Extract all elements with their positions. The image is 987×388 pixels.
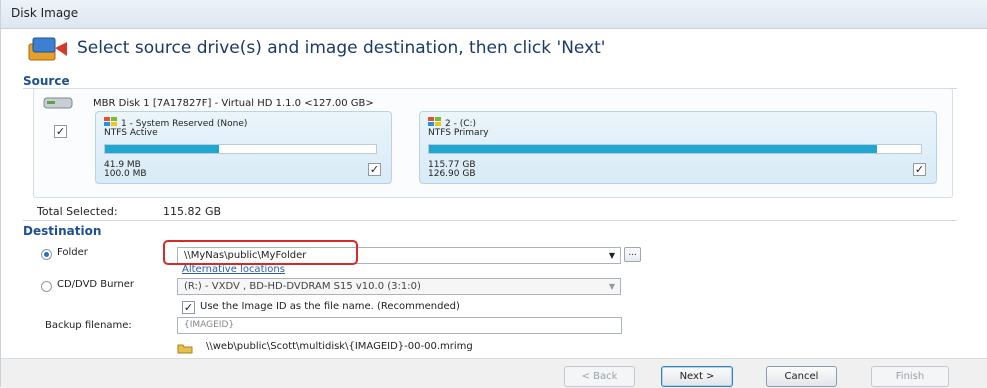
cd-dvd-radio[interactable] [41,281,52,292]
partition-1-card[interactable]: 1 - System Reserved (None) NTFS Active 4… [95,111,392,184]
back-button[interactable]: < Back [564,366,635,387]
windows-flag-icon [428,117,441,126]
window-title: Disk Image [11,6,79,20]
dropdown-arrow-icon[interactable]: ▼ [609,279,615,294]
next-button[interactable]: Next > [661,366,733,387]
finish-button[interactable]: Finish [871,366,949,387]
folder-radio[interactable] [41,249,52,260]
folder-key-icon [177,344,193,354]
cd-dvd-combo[interactable]: (R:) - VXDV , BD-HD-DVDRAM S15 v10.0 (3:… [177,278,621,295]
partition-2-usage-bar [428,144,922,154]
disk-label: MBR Disk 1 [7A17827F] - Virtual HD 1.1.0… [93,98,374,109]
disk-checkbox[interactable]: ✓ [54,125,67,138]
use-image-id-checkbox[interactable]: ✓ [182,301,195,314]
cd-dvd-label: CD/DVD Burner [57,279,135,290]
partition-2-checkbox[interactable]: ✓ [913,163,926,176]
disk-image-icon [28,37,67,61]
partition-1-usage-bar [104,144,377,154]
total-selected-value: 115.82 GB [163,205,222,218]
partition-1-filesystem: NTFS Active [104,128,158,138]
partition-1-checkbox[interactable]: ✓ [368,163,381,176]
backup-filename-input[interactable]: {IMAGEID} [177,317,622,334]
folder-highlight-annotation [163,240,358,265]
header-instruction: Select source drive(s) and image destina… [77,38,606,58]
destination-section-label: Destination [23,224,102,238]
total-selected-label: Total Selected: [37,205,118,218]
source-section-label: Source [23,74,70,88]
folder-label: Folder [57,247,88,258]
button-bar [1,358,987,388]
destination-divider [23,220,957,221]
hard-disk-icon [43,97,73,109]
cd-dvd-value: (R:) - VXDV , BD-HD-DVDRAM S15 v10.0 (3:… [184,281,421,292]
backup-filename-label: Backup filename: [45,320,132,331]
backup-path-preview: \\web\public\Scott\multidisk\{IMAGEID}-0… [206,341,473,352]
dropdown-arrow-icon[interactable]: ▼ [609,248,615,263]
alternative-locations-link[interactable]: Alternative locations [182,264,285,275]
disk-image-window: Disk Image Select source drive(s) and im… [0,0,987,388]
partition-2-card[interactable]: 2 - (C:) NTFS Primary 115.77 GB 126.90 G… [419,111,937,184]
use-image-id-label: Use the Image ID as the file name. (Reco… [200,301,460,312]
partition-1-total: 100.0 MB [104,169,147,179]
partition-2-filesystem: NTFS Primary [428,128,489,138]
cancel-button[interactable]: Cancel [766,366,837,387]
title-bar: Disk Image [1,0,987,29]
partition-2-total: 126.90 GB [428,169,476,179]
browse-folder-button[interactable]: ... [624,247,641,262]
windows-flag-icon [104,117,117,126]
